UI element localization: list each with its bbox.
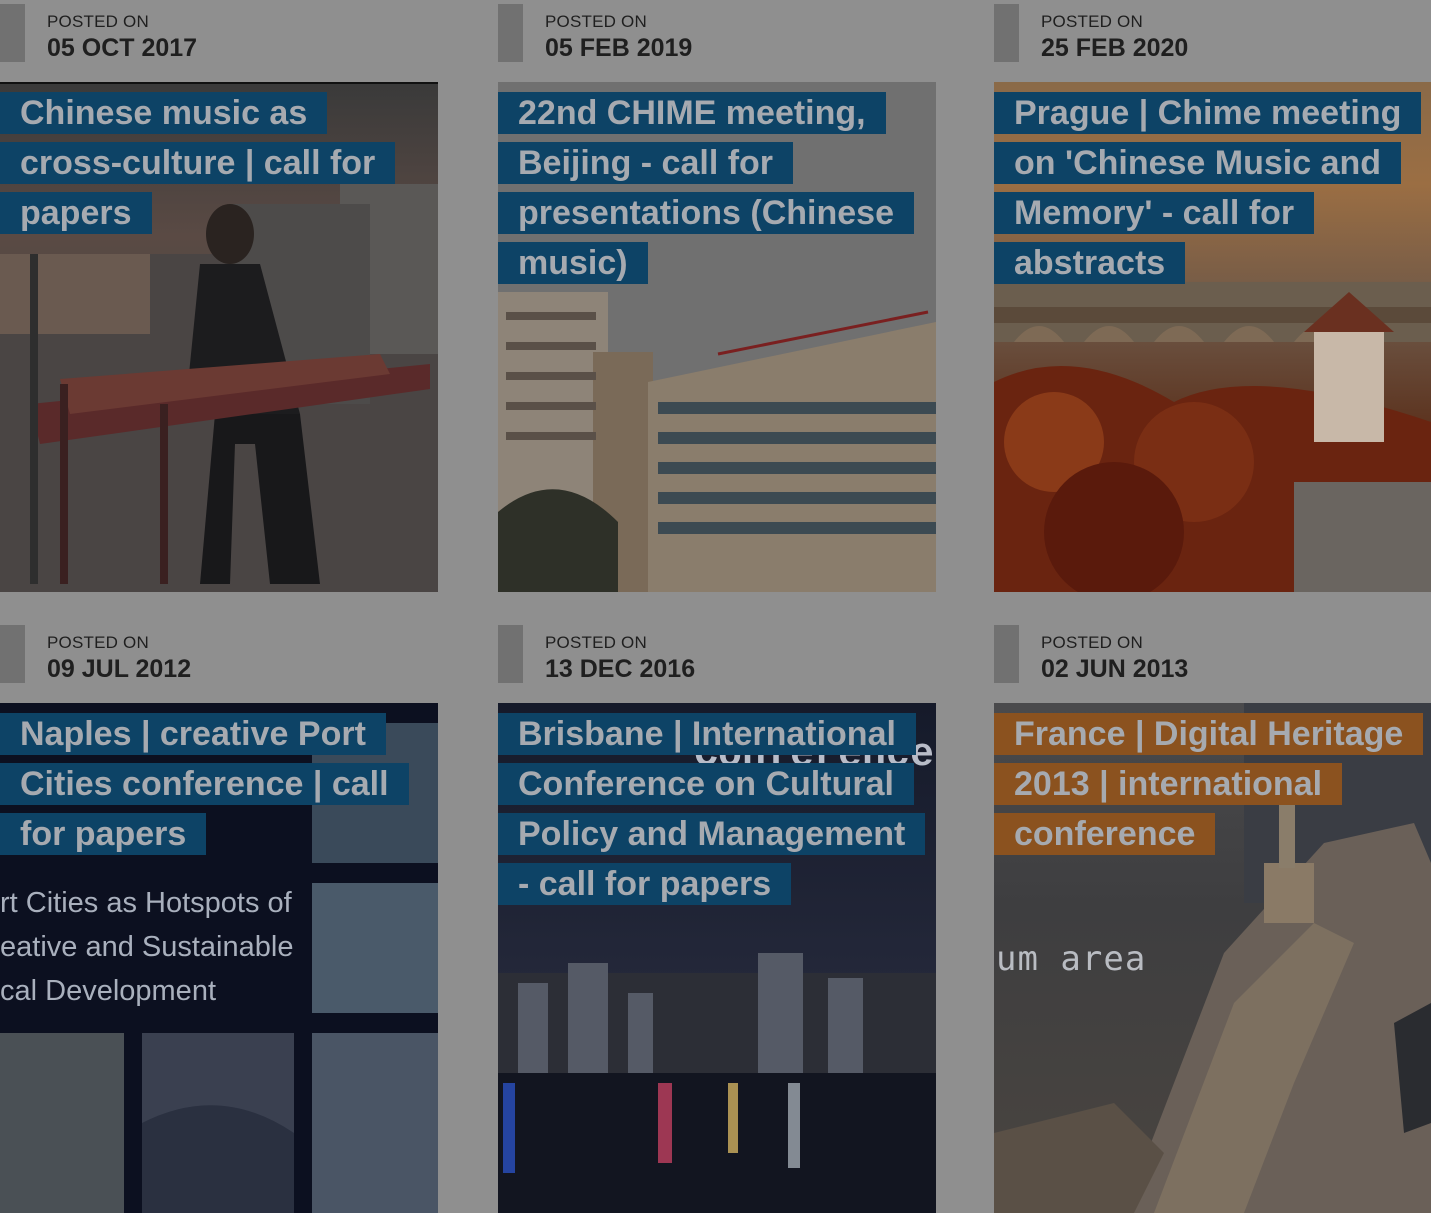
post-title[interactable]: Brisbane | International Conference on C… bbox=[498, 709, 926, 909]
post-card[interactable]: POSTED ON 13 DEC 2016 Conference Brisban… bbox=[498, 621, 936, 1213]
posted-on-label: POSTED ON bbox=[1041, 12, 1143, 31]
post-title[interactable]: Chinese music as cross-culture | call fo… bbox=[0, 88, 410, 238]
post-meta: POSTED ON 25 FEB 2020 bbox=[994, 0, 1431, 82]
post-thumbnail[interactable]: 22nd CHIME meeting, Beijing - call for p… bbox=[498, 82, 936, 592]
post-thumbnail[interactable]: um area France | Digital Heritage 2013 |… bbox=[994, 703, 1431, 1213]
post-title[interactable]: 22nd CHIME meeting, Beijing - call for p… bbox=[498, 88, 918, 288]
meta-accent-bar bbox=[994, 625, 1019, 683]
image-caption-line: eative and Sustainable bbox=[0, 931, 294, 963]
post-card[interactable]: POSTED ON 05 FEB 2019 22nd CHIME meeting… bbox=[498, 0, 936, 592]
posts-grid: POSTED ON 05 OCT 2017 Chinese music as c… bbox=[0, 0, 1431, 1213]
post-meta: POSTED ON 05 OCT 2017 bbox=[0, 0, 438, 82]
meta-accent-bar bbox=[0, 4, 25, 62]
posted-on-label: POSTED ON bbox=[545, 12, 647, 31]
post-date: 02 JUN 2013 bbox=[1041, 655, 1189, 683]
image-caption: rt Cities as Hotspots of eative and Sust… bbox=[0, 881, 293, 1013]
post-card[interactable]: POSTED ON 02 JUN 2013 um area France | D… bbox=[994, 621, 1431, 1213]
post-meta: POSTED ON 09 JUL 2012 bbox=[0, 621, 438, 703]
image-caption: um area bbox=[996, 939, 1147, 979]
post-date: 05 OCT 2017 bbox=[47, 34, 198, 62]
post-thumbnail[interactable]: Conference Brisbane | International Conf… bbox=[498, 703, 936, 1213]
posted-on-label: POSTED ON bbox=[1041, 633, 1143, 652]
posted-on-label: POSTED ON bbox=[47, 12, 149, 31]
post-card[interactable]: POSTED ON 09 JUL 2012 rt Cities as Hotsp… bbox=[0, 621, 438, 1213]
meta-accent-bar bbox=[994, 4, 1019, 62]
post-date: 09 JUL 2012 bbox=[47, 655, 192, 683]
post-card[interactable]: POSTED ON 25 FEB 2020 Prague | Chime mee… bbox=[994, 0, 1431, 592]
post-date: 05 FEB 2019 bbox=[545, 34, 693, 62]
meta-accent-bar bbox=[498, 4, 523, 62]
posted-on-label: POSTED ON bbox=[545, 633, 647, 652]
post-card[interactable]: POSTED ON 05 OCT 2017 Chinese music as c… bbox=[0, 0, 438, 592]
meta-accent-bar bbox=[0, 625, 25, 683]
post-meta: POSTED ON 05 FEB 2019 bbox=[498, 0, 936, 82]
image-caption-line: cal Development bbox=[0, 975, 216, 1007]
post-date: 13 DEC 2016 bbox=[545, 655, 696, 683]
post-date: 25 FEB 2020 bbox=[1041, 34, 1189, 62]
post-title[interactable]: Naples | creative Port Cities conference… bbox=[0, 709, 410, 859]
post-meta: POSTED ON 02 JUN 2013 bbox=[994, 621, 1431, 703]
post-title[interactable]: France | Digital Heritage 2013 | interna… bbox=[994, 709, 1424, 859]
posted-on-label: POSTED ON bbox=[47, 633, 149, 652]
post-meta: POSTED ON 13 DEC 2016 bbox=[498, 621, 936, 703]
post-thumbnail[interactable]: Prague | Chime meeting on 'Chinese Music… bbox=[994, 82, 1431, 592]
post-thumbnail[interactable]: rt Cities as Hotspots of eative and Sust… bbox=[0, 703, 438, 1213]
image-caption-line: rt Cities as Hotspots of bbox=[0, 887, 292, 919]
post-thumbnail[interactable]: Chinese music as cross-culture | call fo… bbox=[0, 82, 438, 592]
post-title[interactable]: Prague | Chime meeting on 'Chinese Music… bbox=[994, 88, 1422, 288]
meta-accent-bar bbox=[498, 625, 523, 683]
